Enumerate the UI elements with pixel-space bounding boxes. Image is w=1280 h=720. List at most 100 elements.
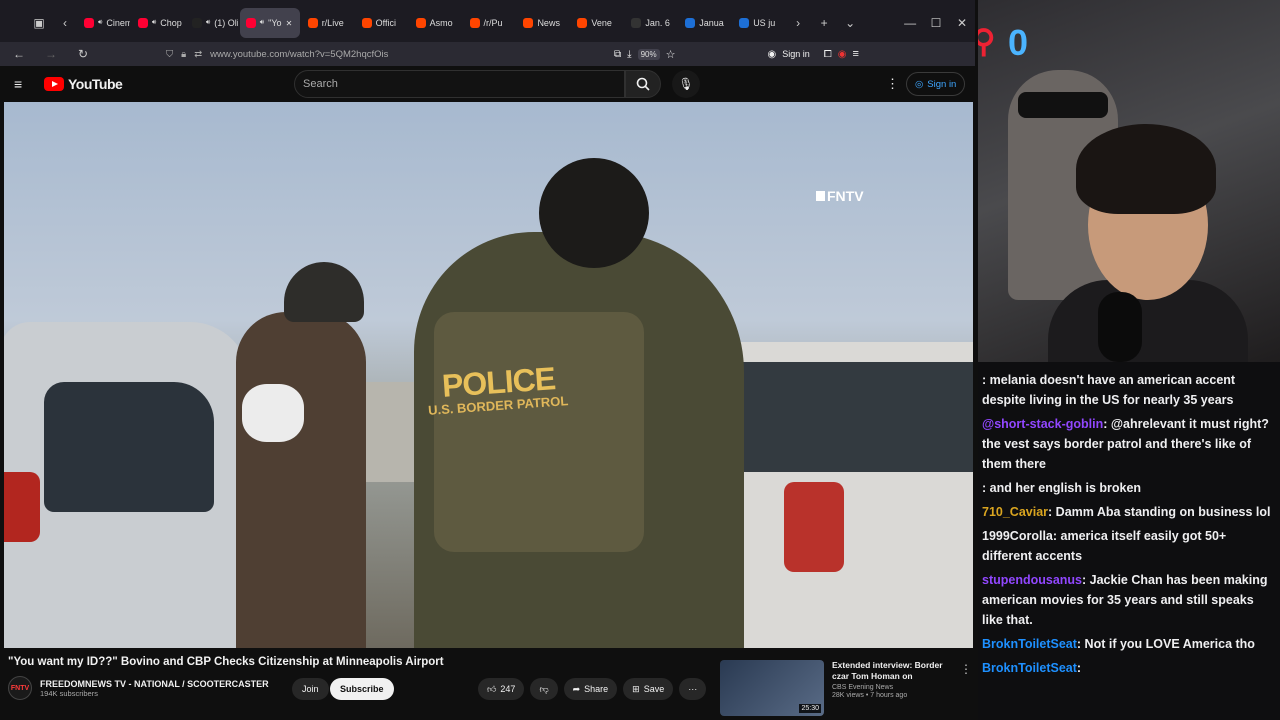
minimize-icon[interactable]: — bbox=[897, 10, 923, 36]
browser-tab[interactable]: 🔊︎ Cinem bbox=[78, 8, 130, 38]
back-icon[interactable]: ← bbox=[6, 41, 32, 67]
account-icon[interactable]: ◉ bbox=[767, 49, 776, 60]
browser-tab[interactable]: r/Live bbox=[302, 8, 354, 38]
maximize-icon[interactable]: ☐ bbox=[923, 10, 949, 36]
join-button[interactable]: Join bbox=[292, 678, 329, 700]
shield-icon[interactable]: ⛉ bbox=[166, 49, 173, 60]
browser-signin[interactable]: Sign in bbox=[782, 49, 810, 59]
browser-tab[interactable]: Vene bbox=[571, 8, 623, 38]
youtube-signin-button[interactable]: ◎ Sign in bbox=[906, 72, 966, 96]
tab-label: Vene bbox=[591, 18, 612, 28]
bookmark-star-icon[interactable]: ☆ bbox=[666, 48, 676, 61]
share-button[interactable]: ➦ Share bbox=[563, 678, 618, 700]
tab-overview-icon[interactable]: ▣ bbox=[26, 10, 52, 36]
video-watermark: FNTV bbox=[816, 188, 864, 204]
save-button[interactable]: ⊞ Save bbox=[623, 678, 674, 700]
subscribe-button[interactable]: Subscribe bbox=[330, 678, 394, 700]
lock-icon[interactable]: 🔒︎ bbox=[181, 49, 186, 60]
more-options-icon[interactable]: ⋮ bbox=[886, 76, 899, 92]
chat-message: : and her english is broken bbox=[982, 478, 1276, 498]
speaker-icon[interactable]: 🔊︎ bbox=[206, 19, 210, 27]
chat-text: : melania doesn't have an american accen… bbox=[982, 373, 1236, 407]
new-tab-icon[interactable]: + bbox=[811, 10, 837, 36]
tab-label: News bbox=[537, 18, 560, 28]
tab-favicon-icon bbox=[245, 18, 256, 28]
tab-favicon-icon bbox=[415, 18, 426, 28]
browser-tab[interactable]: 🔊︎ (1) Oli bbox=[186, 8, 238, 38]
stream-chat: : melania doesn't have an american accen… bbox=[978, 362, 1280, 720]
hamburger-icon[interactable]: ≡ bbox=[14, 76, 22, 92]
reload-icon[interactable]: ↻ bbox=[70, 41, 96, 67]
browser-tab-bar: ▣ ‹ 🔊︎ Cinem 🔊︎ Chop 🔊︎ (1) Oli 🔊︎ "Yo ✕ r/Live Of… bbox=[0, 0, 975, 46]
tab-label: /r/Pu bbox=[483, 18, 503, 28]
webcam-hair bbox=[1076, 124, 1216, 214]
forward-icon[interactable]: → bbox=[38, 41, 64, 67]
chat-username[interactable]: BroknToiletSeat bbox=[982, 661, 1077, 675]
video-player[interactable]: POLICE U.S. BORDER PATROL FNTV bbox=[4, 102, 973, 648]
tab-favicon-icon bbox=[137, 18, 148, 28]
recommended-title[interactable]: Extended interview: Border czar Tom Homa… bbox=[832, 660, 954, 682]
menu-icon[interactable]: ≡ bbox=[852, 48, 858, 60]
webcam-microphone bbox=[1098, 292, 1142, 362]
tab-scroll-right-icon[interactable]: › bbox=[785, 10, 811, 36]
channel-avatar[interactable]: FNTV bbox=[8, 676, 32, 700]
download-icon[interactable]: ⤓ bbox=[627, 49, 631, 60]
speaker-icon[interactable]: 🔊︎ bbox=[152, 19, 156, 27]
browser-tab[interactable]: Asmo bbox=[410, 8, 462, 38]
permissions-icon[interactable]: ⇄ bbox=[194, 49, 202, 60]
youtube-header: ≡ YouTube Search 🎙︎ ⋮ ◎ Sign in bbox=[0, 66, 975, 102]
browser-tab[interactable]: 🔊︎ "Yo ✕ bbox=[239, 8, 300, 38]
video-officer-left bbox=[236, 312, 366, 648]
recommended-menu-icon[interactable]: ⋮ bbox=[960, 662, 972, 676]
video-suv-window bbox=[704, 362, 973, 472]
more-actions-button[interactable]: ··· bbox=[679, 678, 707, 700]
search-button[interactable] bbox=[625, 70, 661, 98]
speaker-icon[interactable]: 🔊︎ bbox=[260, 19, 264, 27]
watermark-square-icon bbox=[816, 191, 825, 201]
pip-icon[interactable]: ⧉ bbox=[614, 49, 621, 60]
search-input[interactable]: Search bbox=[294, 70, 625, 98]
thumbs-up-icon: 👍︎ bbox=[487, 683, 497, 694]
browser-tab[interactable]: /r/Pu bbox=[464, 8, 516, 38]
search-icon bbox=[636, 77, 650, 91]
like-button[interactable]: 👍︎ 247 bbox=[478, 678, 525, 700]
extension-badge-icon[interactable]: ◉ bbox=[838, 49, 847, 60]
close-tab-icon[interactable]: ✕ bbox=[286, 19, 293, 28]
browser-tab[interactable]: News bbox=[517, 8, 569, 38]
youtube-logo[interactable]: YouTube bbox=[44, 76, 123, 92]
tab-scroll-left-icon[interactable]: ‹ bbox=[52, 10, 78, 36]
chat-username[interactable]: 710_Caviar bbox=[982, 505, 1048, 519]
recommended-thumbnail[interactable]: 25:30 bbox=[720, 660, 824, 716]
browser-tab[interactable]: Jan. 6 bbox=[625, 8, 677, 38]
video-actions: 👍︎ 247 👎︎ ➦ Share ⊞ Save ··· bbox=[478, 678, 707, 700]
url-text[interactable]: www.youtube.com/watch?v=5QM2hqcfOis bbox=[210, 49, 388, 60]
tab-list-icon[interactable]: ⌄ bbox=[837, 10, 863, 36]
extensions-icon[interactable]: ⧠ bbox=[824, 49, 832, 60]
chat-username[interactable]: stupendousanus bbox=[982, 573, 1082, 587]
logo-text: YouTube bbox=[68, 76, 123, 92]
browser-tab[interactable]: US ju bbox=[733, 8, 785, 38]
recommended-video[interactable]: 25:30 Extended interview: Border czar To… bbox=[720, 660, 968, 720]
chat-username[interactable]: @short-stack-goblin bbox=[982, 417, 1103, 431]
browser-tab[interactable]: 🔊︎ Chop bbox=[132, 8, 184, 38]
chat-username[interactable]: 1999Corolla bbox=[982, 529, 1053, 543]
share-label: Share bbox=[584, 684, 609, 694]
dislike-button[interactable]: 👎︎ bbox=[530, 678, 558, 700]
zoom-level[interactable]: 90% bbox=[637, 48, 660, 60]
browser-tab[interactable]: Janua bbox=[679, 8, 731, 38]
video-duration: 25:30 bbox=[799, 704, 821, 713]
chat-message: : melania doesn't have an american accen… bbox=[982, 370, 1276, 410]
address-bar[interactable]: ⛉ 🔒︎ ⇄ www.youtube.com/watch?v=5QM2hqcfO… bbox=[166, 44, 686, 64]
tab-label: Janua bbox=[699, 18, 724, 28]
webcam-sunglasses bbox=[1018, 92, 1108, 118]
channel-name[interactable]: FREEDOMNEWS TV - NATIONAL / SCOOTERCASTE… bbox=[40, 679, 269, 689]
chat-username[interactable]: BroknToiletSeat bbox=[982, 637, 1077, 651]
recommended-channel[interactable]: CBS Evening News bbox=[832, 684, 954, 691]
tab-favicon-icon bbox=[523, 18, 534, 28]
chat-text: : Not if you LOVE America tho bbox=[1076, 637, 1255, 651]
video-car-taillight bbox=[4, 472, 40, 542]
speaker-icon[interactable]: 🔊︎ bbox=[98, 19, 102, 27]
voice-search-button[interactable]: 🎙︎ bbox=[672, 70, 700, 98]
browser-tab[interactable]: Offici bbox=[356, 8, 408, 38]
close-window-icon[interactable]: ✕ bbox=[949, 10, 975, 36]
